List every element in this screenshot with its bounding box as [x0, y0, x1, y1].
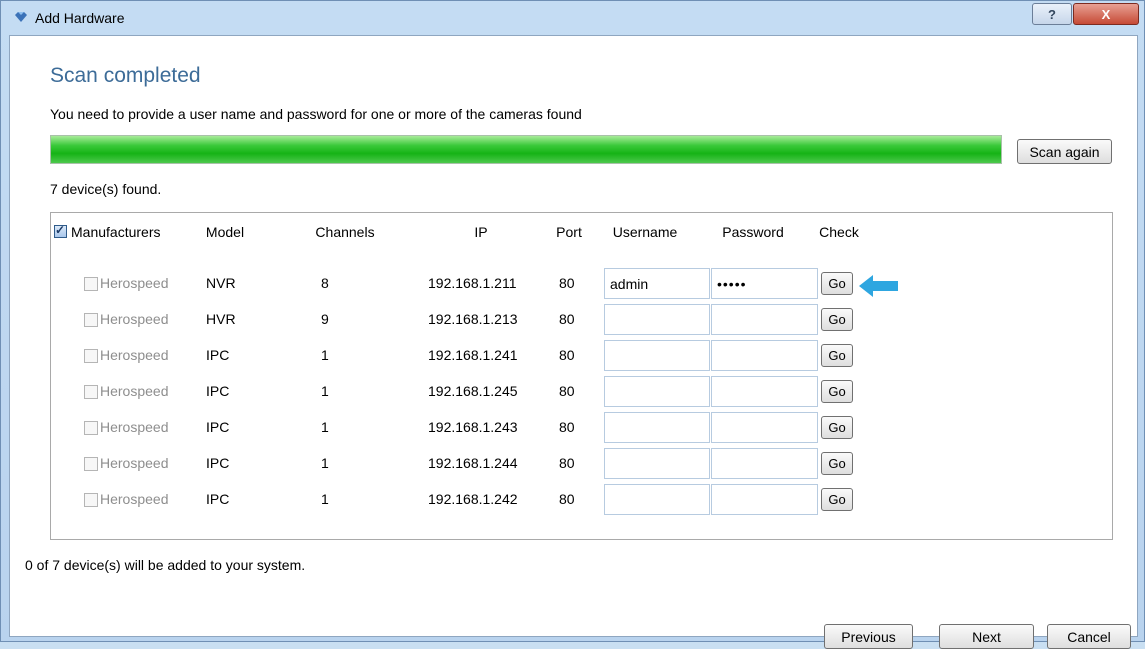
row-checkbox[interactable]	[84, 313, 98, 327]
cell-channels: 1	[321, 455, 329, 471]
go-button[interactable]: Go	[821, 488, 853, 511]
cell-port: 80	[559, 455, 575, 471]
username-field[interactable]	[604, 376, 710, 407]
scan-again-button[interactable]: Scan again	[1017, 139, 1112, 164]
password-field[interactable]	[711, 484, 818, 515]
cell-manufacturer: Herospeed	[100, 275, 169, 291]
header-channels: Channels	[315, 224, 375, 240]
cell-ip: 192.168.1.243	[428, 419, 518, 435]
select-all-checkbox[interactable]	[54, 223, 67, 238]
username-field[interactable]	[604, 484, 710, 515]
cell-ip: 192.168.1.244	[428, 455, 518, 471]
header-username: Username	[612, 224, 678, 240]
cell-manufacturer: Herospeed	[100, 491, 169, 507]
cell-ip: 192.168.1.241	[428, 347, 518, 363]
cell-manufacturer: Herospeed	[100, 419, 169, 435]
arrow-left-icon	[859, 275, 898, 297]
cell-model: IPC	[206, 419, 230, 435]
window-frame: Add Hardware ? X Scan completed You need…	[0, 0, 1145, 649]
cell-channels: 8	[321, 275, 329, 291]
cell-manufacturer: Herospeed	[100, 383, 169, 399]
cancel-button[interactable]: Cancel	[1047, 624, 1131, 649]
scan-progress-bar	[50, 135, 1002, 164]
close-button[interactable]: X	[1073, 3, 1139, 25]
go-button[interactable]: Go	[821, 380, 853, 403]
previous-button[interactable]: Previous	[824, 624, 913, 649]
cell-channels: 9	[321, 311, 329, 327]
header-ip: IP	[474, 224, 488, 240]
row-checkbox[interactable]	[84, 421, 98, 435]
password-field[interactable]	[711, 376, 818, 407]
cell-model: IPC	[206, 491, 230, 507]
cell-model: NVR	[206, 275, 236, 291]
password-field[interactable]	[711, 412, 818, 443]
username-field[interactable]	[604, 448, 710, 479]
table-row: Herospeed IPC 1 192.168.1.241 80 Go	[51, 339, 1114, 375]
cell-port: 80	[559, 419, 575, 435]
cell-port: 80	[559, 347, 575, 363]
cell-model: HVR	[206, 311, 236, 327]
password-field[interactable]: •••••	[711, 268, 818, 299]
cell-model: IPC	[206, 383, 230, 399]
instruction-text: You need to provide a user name and pass…	[50, 106, 582, 122]
header-check: Check	[819, 224, 859, 240]
help-button[interactable]: ?	[1032, 3, 1072, 25]
cell-channels: 1	[321, 491, 329, 507]
cell-ip: 192.168.1.245	[428, 383, 518, 399]
cell-port: 80	[559, 383, 575, 399]
go-button[interactable]: Go	[821, 308, 853, 331]
table-row: Herospeed NVR 8 192.168.1.211 80 admin ••••• Go	[51, 267, 1114, 303]
cell-channels: 1	[321, 347, 329, 363]
password-field[interactable]	[711, 340, 818, 371]
header-password: Password	[722, 224, 784, 240]
table-row: Herospeed IPC 1 192.168.1.245 80 Go	[51, 375, 1114, 411]
next-button[interactable]: Next	[939, 624, 1034, 649]
cell-port: 80	[559, 311, 575, 327]
header-port: Port	[556, 224, 582, 240]
summary-text: 0 of 7 device(s) will be added to your s…	[25, 557, 306, 573]
cell-ip: 192.168.1.242	[428, 491, 518, 507]
table-row: Herospeed IPC 1 192.168.1.242 80 Go	[51, 483, 1114, 519]
header-model: Model	[205, 224, 245, 240]
diamond-icon	[15, 12, 27, 22]
cell-port: 80	[559, 491, 575, 507]
go-button[interactable]: Go	[821, 344, 853, 367]
cell-manufacturer: Herospeed	[100, 347, 169, 363]
cell-model: IPC	[206, 347, 230, 363]
row-checkbox[interactable]	[84, 493, 98, 507]
go-button[interactable]: Go	[821, 452, 853, 475]
username-field[interactable]	[604, 304, 710, 335]
page-title: Scan completed	[50, 64, 201, 87]
cell-channels: 1	[321, 419, 329, 435]
go-button[interactable]: Go	[821, 416, 853, 439]
go-button[interactable]: Go	[821, 272, 853, 295]
row-checkbox[interactable]	[84, 277, 98, 291]
window-title: Add Hardware	[35, 10, 125, 26]
dialog-content: Scan completed You need to provide a use…	[9, 35, 1138, 649]
cell-ip: 192.168.1.213	[428, 311, 518, 327]
header-manufacturers: Manufacturers	[71, 224, 161, 240]
table-row: Herospeed HVR 9 192.168.1.213 80 Go	[51, 303, 1114, 339]
row-checkbox[interactable]	[84, 349, 98, 363]
username-field[interactable]: admin	[604, 268, 710, 299]
device-table: Manufacturers Model Channels IP Port Use…	[50, 212, 1113, 540]
cell-model: IPC	[206, 455, 230, 471]
username-field[interactable]	[604, 340, 710, 371]
progress-fill	[51, 136, 1001, 163]
password-field[interactable]	[711, 304, 818, 335]
cell-port: 80	[559, 275, 575, 291]
table-row: Herospeed IPC 1 192.168.1.244 80 Go	[51, 447, 1114, 483]
cell-manufacturer: Herospeed	[100, 311, 169, 327]
row-checkbox[interactable]	[84, 385, 98, 399]
cell-ip: 192.168.1.211	[428, 275, 517, 291]
password-field[interactable]	[711, 448, 818, 479]
table-row: Herospeed IPC 1 192.168.1.243 80 Go	[51, 411, 1114, 447]
row-checkbox[interactable]	[84, 457, 98, 471]
cell-channels: 1	[321, 383, 329, 399]
devices-found-text: 7 device(s) found.	[50, 181, 162, 197]
cell-manufacturer: Herospeed	[100, 455, 169, 471]
username-field[interactable]	[604, 412, 710, 443]
title-bar[interactable]: Add Hardware ? X	[1, 1, 1145, 35]
